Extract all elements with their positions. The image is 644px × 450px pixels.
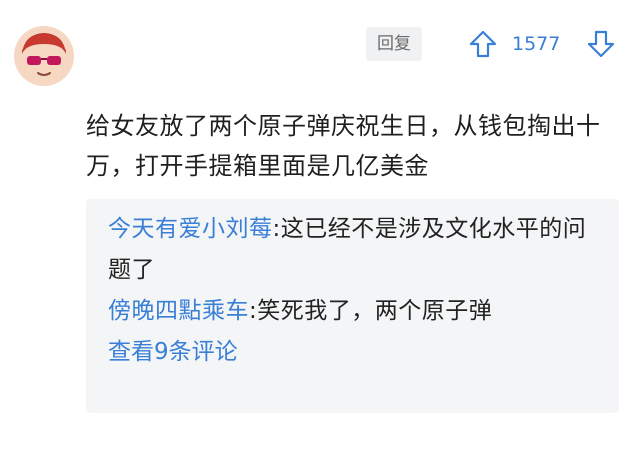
avatar[interactable] <box>14 26 74 86</box>
reply-item: 今天有爱小刘莓:这已经不是涉及文化水平的问题了 <box>108 209 601 291</box>
reply-button[interactable]: 回复 <box>366 27 422 61</box>
reply-author[interactable]: 今天有爱小刘莓 <box>108 216 273 242</box>
view-more-comments-link[interactable]: 查看9条评论 <box>108 332 601 373</box>
replies-box: 今天有爱小刘莓:这已经不是涉及文化水平的问题了 傍晚四點乘车:笑死我了，两个原子… <box>86 199 619 413</box>
vote-count: 1577 <box>512 33 561 55</box>
arrow-down-icon[interactable] <box>586 29 616 59</box>
reply-text: 笑死我了，两个原子弹 <box>257 298 493 324</box>
reply-separator: : <box>249 298 258 324</box>
arrow-up-icon[interactable] <box>468 29 498 59</box>
avatar-cartoon-icon <box>14 26 74 86</box>
comment-text: 给女友放了两个原子弹庆祝生日，从钱包掏出十万，打开手提箱里面是几亿美金 <box>86 112 601 180</box>
reply-author[interactable]: 傍晚四點乘车 <box>108 298 249 324</box>
reply-separator: : <box>272 216 281 242</box>
reply-item: 傍晚四點乘车:笑死我了，两个原子弹 <box>108 291 601 332</box>
